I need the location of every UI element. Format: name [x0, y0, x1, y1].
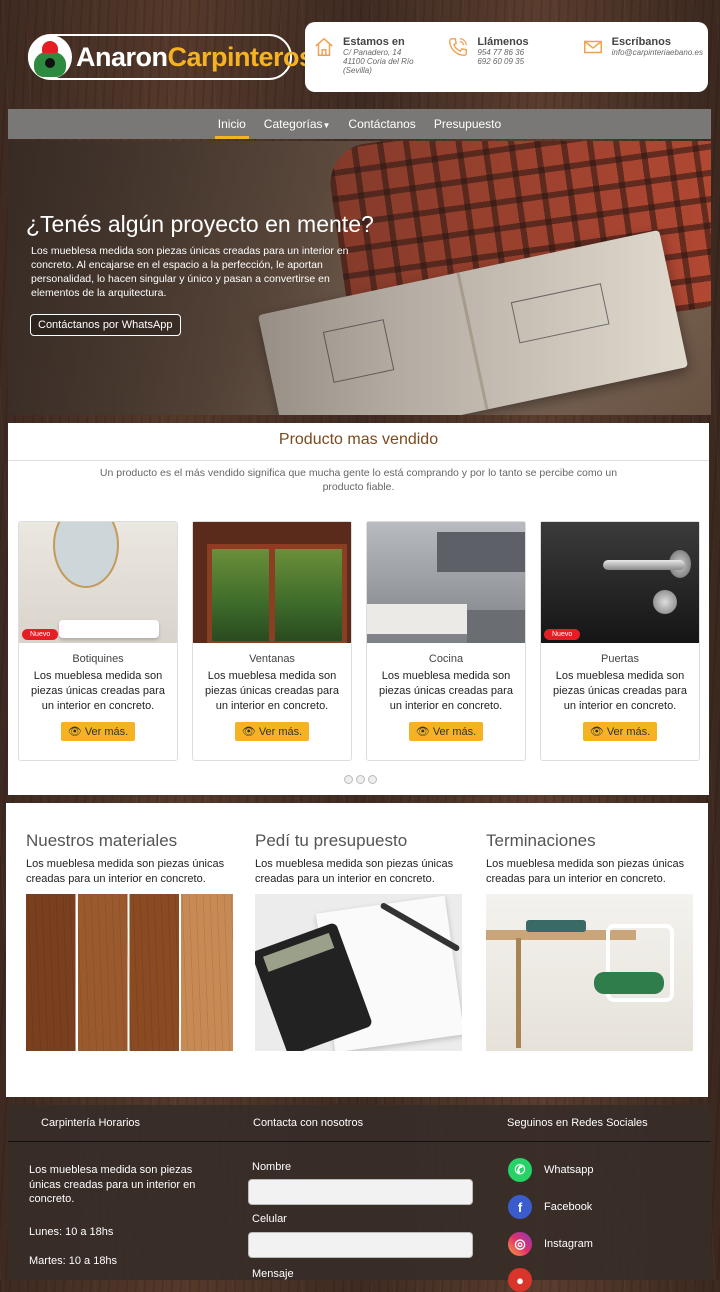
- eye-icon: 👁: [415, 726, 430, 738]
- product-carousel: Nuevo Botiquines Los mueblesa medida son…: [18, 521, 700, 761]
- nav-item-inicio[interactable]: Inicio: [209, 109, 255, 139]
- feature-text: Los mueblesa medida son piezas únicas cr…: [255, 858, 454, 885]
- phone-icon: [449, 38, 468, 56]
- dining-chair-image: [486, 894, 693, 1051]
- social-instagram[interactable]: ◎ Instagram: [508, 1232, 593, 1256]
- footer-hours-title: Carpintería Horarios: [41, 1117, 141, 1129]
- product-image: Nuevo: [19, 522, 177, 643]
- email-info[interactable]: Escríbanos info@carpinteriaebano.es: [574, 22, 708, 92]
- feature-text: Los mueblesa medida son piezas únicas cr…: [26, 858, 225, 885]
- see-more-button[interactable]: 👁 Ver más.: [235, 722, 309, 741]
- see-more-button[interactable]: 👁 Ver más.: [409, 722, 483, 741]
- feature-title: Pedí tu presupuesto: [255, 831, 408, 850]
- name-label: Nombre: [252, 1161, 292, 1173]
- address-info: Estamos en C/ Panadero, 14 41100 Coria d…: [305, 22, 439, 92]
- eye-icon: 👁: [241, 726, 256, 738]
- product-card[interactable]: Nuevo Puertas Los mueblesa medida son pi…: [540, 521, 700, 761]
- whatsapp-icon: ✆: [508, 1158, 532, 1182]
- product-image: Nuevo: [541, 522, 699, 643]
- phone-label: Celular: [252, 1213, 287, 1225]
- calculator-image: [255, 894, 462, 1051]
- product-description: Los mueblesa medida son piezas únicas cr…: [31, 670, 165, 712]
- hero-text: Los mueblesa medida son piezas únicas cr…: [31, 245, 349, 299]
- social-facebook[interactable]: f Facebook: [508, 1195, 592, 1219]
- feature-budget: Pedí tu presupuesto Los mueblesa medida …: [255, 803, 465, 1051]
- see-more-button[interactable]: 👁 Ver más.: [583, 722, 657, 741]
- name-input[interactable]: [248, 1179, 473, 1205]
- product-name: Cocina: [428, 653, 464, 665]
- social-whatsapp[interactable]: ✆ Whatsapp: [508, 1158, 594, 1182]
- footer-divider: [8, 1141, 711, 1142]
- new-badge: Nuevo: [544, 629, 581, 640]
- product-description: Los mueblesa medida son piezas únicas cr…: [553, 670, 687, 712]
- carousel-dot[interactable]: [344, 775, 353, 784]
- footer: Carpintería Horarios Contacta con nosotr…: [8, 1105, 711, 1292]
- product-card[interactable]: Nuevo Botiquines Los mueblesa medida son…: [18, 521, 178, 761]
- wood-planks-image: [26, 894, 233, 1051]
- facebook-icon: f: [508, 1195, 532, 1219]
- map-pin-icon: ●: [508, 1268, 532, 1292]
- hours-monday: Lunes: 10 a 18hs: [29, 1226, 114, 1238]
- product-description: Los mueblesa medida son piezas únicas cr…: [205, 670, 339, 712]
- feature-title: Terminaciones: [486, 831, 596, 850]
- brand-logo[interactable]: AnaronCarpinteros.: [28, 34, 321, 80]
- footer-social-title: Seguinos en Redes Sociales: [507, 1117, 648, 1129]
- section-description: Un producto es el más vendido significa …: [99, 467, 618, 493]
- nav-item-label: Categorías: [263, 117, 323, 131]
- nav-item-presupuesto[interactable]: Presupuesto: [425, 109, 510, 139]
- product-name: Botiquines: [72, 653, 124, 665]
- hero-banner: ¿Tenés algún proyecto en mente? Los mueb…: [8, 141, 711, 415]
- product-name: Ventanas: [249, 653, 295, 665]
- carousel-dot[interactable]: [368, 775, 377, 784]
- features-section: Nuestros materiales Los mueblesa medida …: [6, 803, 708, 1097]
- phone-info[interactable]: Llámenos 954 77 86 36 692 60 09 35: [439, 22, 573, 92]
- feature-title: Nuestros materiales: [26, 831, 178, 850]
- phone-input[interactable]: [248, 1232, 473, 1258]
- contact-info-box: Estamos en C/ Panadero, 14 41100 Coria d…: [305, 22, 708, 92]
- product-description: Los mueblesa medida son piezas únicas cr…: [379, 670, 513, 712]
- carousel-dot[interactable]: [356, 775, 365, 784]
- product-image: [193, 522, 351, 643]
- best-seller-section: Producto mas vendido Un producto es el m…: [8, 423, 709, 795]
- footer-contact-title: Contacta con nosotros: [253, 1117, 364, 1129]
- whatsapp-contact-button[interactable]: Contáctanos por WhatsApp: [30, 314, 181, 336]
- product-image: [367, 522, 525, 643]
- main-nav: Inicio Categorías▼ Contáctanos Presupues…: [8, 109, 711, 139]
- product-card[interactable]: Ventanas Los mueblesa medida son piezas …: [192, 521, 352, 761]
- feature-finishes: Terminaciones Los mueblesa medida son pi…: [486, 803, 696, 1051]
- envelope-icon: [583, 40, 602, 54]
- see-more-button[interactable]: 👁 Ver más.: [61, 722, 135, 741]
- feature-text: Los mueblesa medida son piezas únicas cr…: [486, 858, 685, 885]
- product-name: Puertas: [601, 653, 639, 665]
- woodpecker-logo-icon: [28, 35, 72, 79]
- new-badge: Nuevo: [22, 629, 59, 640]
- nav-item-contactanos[interactable]: Contáctanos: [339, 109, 424, 139]
- nav-item-categorias[interactable]: Categorías▼: [255, 109, 340, 139]
- hours-tuesday: Martes: 10 a 18hs: [29, 1255, 118, 1267]
- instagram-icon: ◎: [508, 1232, 532, 1256]
- eye-icon: 👁: [67, 726, 82, 738]
- caret-down-icon: ▼: [322, 121, 331, 130]
- message-label: Mensaje: [252, 1268, 294, 1280]
- section-title: Producto mas vendido: [8, 423, 709, 461]
- footer-text: Los mueblesa medida son piezas únicas cr…: [29, 1164, 196, 1205]
- brand-name: AnaronCarpinteros.: [76, 41, 321, 72]
- eye-icon: 👁: [589, 726, 604, 738]
- feature-materials: Nuestros materiales Los mueblesa medida …: [26, 803, 236, 1051]
- social-location[interactable]: ●: [508, 1268, 532, 1292]
- hero-title: ¿Tenés algún proyecto en mente?: [26, 211, 374, 237]
- product-card[interactable]: Cocina Los mueblesa medida son piezas ún…: [366, 521, 526, 761]
- carousel-pagination: [344, 775, 377, 784]
- home-icon: [315, 37, 333, 56]
